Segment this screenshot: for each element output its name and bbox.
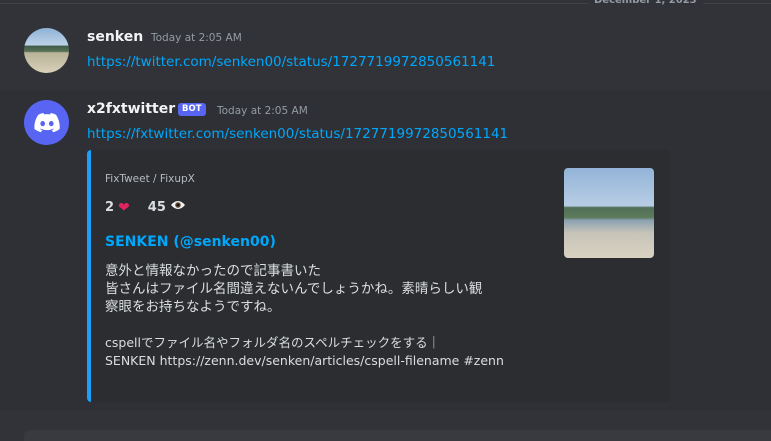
desc-line: 皆さんはファイル名間違えないんでしょうかね。素晴らしい観 xyxy=(105,281,483,297)
link-embed: FixTweet / FixupX 2 ❤ 45 SENKEN (@senken… xyxy=(87,150,670,402)
heart-icon: ❤ xyxy=(118,200,130,216)
avatar[interactable] xyxy=(24,100,69,145)
message-x2fxtwitter: x2fxtwitter BOT Today at 2:05 AM https:/… xyxy=(0,90,771,410)
divider-date: December 1, 2023 xyxy=(588,0,703,8)
embed-description: 意外と情報なかったので記事書いた 皆さんはファイル名間違えないんでしょうかね。素… xyxy=(105,262,555,370)
embed-title[interactable]: SENKEN (@senken00) xyxy=(105,233,276,251)
message-link[interactable]: https://fxtwitter.com/senken00/status/17… xyxy=(87,125,508,143)
bot-tag: BOT xyxy=(178,103,206,116)
message-senken: senken Today at 2:05 AM https://twitter.… xyxy=(0,18,771,90)
chat-window: December 1, 2023 senken Today at 2:05 AM… xyxy=(0,0,771,441)
date-divider: December 1, 2023 xyxy=(0,0,771,10)
timestamp: Today at 2:05 AM xyxy=(151,32,242,44)
avatar[interactable] xyxy=(24,28,69,73)
view-count: 45 xyxy=(147,200,166,215)
username[interactable]: x2fxtwitter xyxy=(87,100,175,118)
message-composer[interactable] xyxy=(24,430,771,441)
like-count: 2 xyxy=(105,200,115,215)
desc-line: 察眼をお持ちなようですね。 xyxy=(105,299,281,315)
timestamp: Today at 2:05 AM xyxy=(217,105,308,117)
desc-line: cspellでファイル名やフォルダ名のスペルチェックをする｜ xyxy=(105,335,441,350)
discord-icon xyxy=(33,112,60,132)
message-link[interactable]: https://twitter.com/senken00/status/1727… xyxy=(87,53,495,71)
desc-line: 意外と情報なかったので記事書いた xyxy=(105,263,321,279)
desc-line: SENKEN https://zenn.dev/senken/articles/… xyxy=(105,353,504,368)
embed-thumbnail[interactable] xyxy=(564,168,654,258)
username[interactable]: senken xyxy=(87,28,143,46)
embed-stats: 2 ❤ 45 xyxy=(105,199,186,217)
eye-icon xyxy=(170,199,186,217)
embed-provider[interactable]: FixTweet / FixupX xyxy=(105,172,195,186)
